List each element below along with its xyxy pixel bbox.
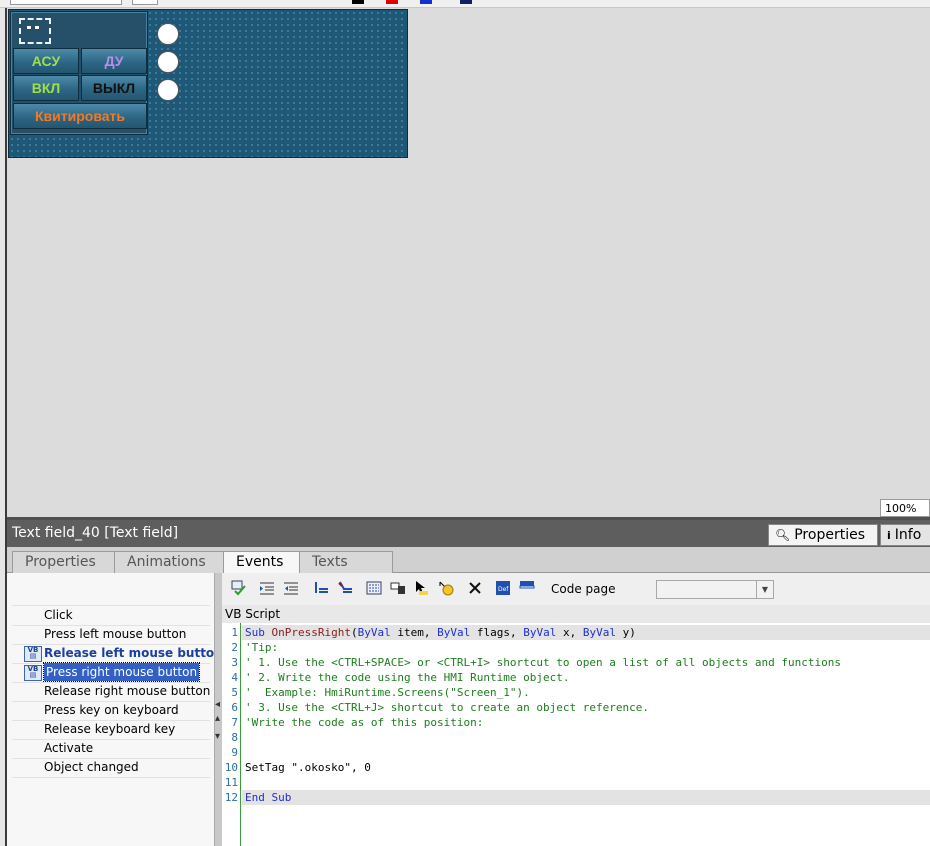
line-number: 10: [224, 761, 238, 774]
info-pane-tab[interactable]: i Info: [880, 524, 930, 546]
list-objects-icon[interactable]: [366, 580, 382, 596]
definition-icon[interactable]: Def: [495, 580, 511, 596]
code-page-label: Code page: [551, 582, 616, 596]
event-object-changed[interactable]: Object changed: [44, 758, 139, 776]
du-button[interactable]: ДУ: [81, 48, 147, 74]
line-number: 12: [224, 791, 238, 804]
code-line-1[interactable]: Sub OnPressRight(ByVal item, ByVal flags…: [245, 625, 636, 640]
code-line-7[interactable]: 'Write the code as of this position:: [245, 715, 483, 730]
scroll-up-icon[interactable]: ▴: [215, 713, 220, 724]
tag-icon[interactable]: [438, 580, 454, 596]
check-syntax-icon[interactable]: [231, 580, 247, 596]
left-edge: [0, 8, 7, 846]
keyword-token: ByVal: [582, 626, 616, 639]
kvit-button[interactable]: Квитировать: [13, 103, 147, 129]
collapse-arrow-icon[interactable]: ◂: [215, 699, 220, 710]
code-page-select[interactable]: ▼: [656, 580, 774, 599]
event-press-key[interactable]: Press key on keyboard: [44, 701, 179, 719]
uncomment-icon[interactable]: [337, 580, 353, 596]
current-line-highlight: [242, 790, 930, 805]
toolbar-field[interactable]: [10, 0, 122, 5]
event-press-right[interactable]: Press right mouse button: [42, 662, 201, 682]
indicator-lamp-2[interactable]: [157, 51, 179, 73]
keyword-token: ByVal: [523, 626, 557, 639]
keyword-token: ByVal: [437, 626, 471, 639]
vbscript-icon: VB ▤: [24, 646, 42, 662]
line-number: 4: [231, 671, 238, 684]
inspector-title: Text field_40 [Text field]: [12, 525, 179, 541]
code-line-4[interactable]: ' 2. Write the code using the HMI Runtim…: [245, 670, 570, 685]
properties-pane-tab[interactable]: 🔍︎ Properties: [768, 524, 878, 546]
top-toolbar: [0, 0, 930, 8]
event-press-left[interactable]: Press left mouse button: [44, 625, 186, 643]
chevron-down-icon[interactable]: ▼: [756, 581, 773, 598]
properties-icon: 🔍︎: [775, 528, 791, 542]
control-panel[interactable]: АСУ ДУ ВКЛ ВЫКЛ Квитировать: [10, 11, 148, 135]
vkl-button[interactable]: ВКЛ: [13, 75, 79, 101]
function-name-token: OnPressRight: [271, 626, 351, 639]
hmi-screen-area[interactable]: АСУ ДУ ВКЛ ВЫКЛ Квитировать: [8, 9, 408, 158]
keyword-token: Sub: [245, 626, 265, 639]
events-divider: [12, 739, 210, 740]
color-blue-icon[interactable]: [420, 0, 432, 4]
pointer-icon[interactable]: [413, 580, 429, 596]
script-language-label: VB Script: [222, 605, 930, 623]
line-number: 2: [231, 641, 238, 654]
insert-object-icon[interactable]: [390, 580, 406, 596]
pane-splitter[interactable]: ◂ ▴ ▾: [215, 573, 222, 846]
indent-icon[interactable]: [259, 580, 275, 596]
properties-pane-label: Properties: [794, 527, 865, 543]
code-line-10[interactable]: SetTag ".okosko", 0: [245, 760, 371, 775]
code-line-3[interactable]: ' 1. Use the <CTRL+SPACE> or <CTRL+I> sh…: [245, 655, 841, 670]
indicator-lamp-3[interactable]: [157, 79, 179, 101]
code-line-2[interactable]: 'Tip:: [245, 640, 278, 655]
line-number: 9: [231, 746, 238, 759]
code-line-5[interactable]: ' Example: HmiRuntime.Screens("Screen_1"…: [245, 685, 530, 700]
event-click[interactable]: Click: [44, 606, 73, 624]
keyword-token: ByVal: [357, 626, 391, 639]
line-number: 11: [224, 776, 238, 789]
vbscript-icon: VB ▤: [24, 665, 42, 681]
indicator-lamp-1[interactable]: [157, 23, 179, 45]
zoom-field[interactable]: 100%: [880, 499, 930, 517]
event-release-left[interactable]: Release left mouse button: [44, 644, 223, 662]
scroll-down-icon[interactable]: ▾: [215, 731, 220, 742]
delete-icon[interactable]: [467, 580, 483, 596]
toolbar-field-small[interactable]: [132, 0, 158, 5]
window-icon[interactable]: [519, 580, 535, 596]
line-number: 7: [231, 716, 238, 729]
info-pane-label: Info: [894, 527, 922, 543]
line-number: 3: [231, 656, 238, 669]
line-number: 1: [231, 626, 238, 639]
text-field-icon[interactable]: [19, 18, 51, 44]
line-number: 6: [231, 701, 238, 714]
vykl-button[interactable]: ВЫКЛ: [81, 75, 147, 101]
info-icon: i: [887, 528, 891, 542]
line-number: 8: [231, 731, 238, 744]
asu-button[interactable]: АСУ: [13, 48, 79, 74]
code-line-12[interactable]: End Sub: [245, 790, 291, 805]
color-red-icon[interactable]: [386, 0, 398, 4]
code-line-6[interactable]: ' 3. Use the <CTRL+J> shortcut to create…: [245, 700, 649, 715]
svg-text:Def: Def: [498, 586, 509, 593]
events-divider: [12, 605, 210, 606]
color-black-icon[interactable]: [352, 0, 364, 4]
line-number: 5: [231, 686, 238, 699]
events-divider: [12, 777, 210, 778]
event-activate[interactable]: Activate: [44, 739, 93, 757]
color-navy-icon[interactable]: [460, 0, 472, 4]
event-release-key[interactable]: Release keyboard key: [44, 720, 175, 738]
outdent-icon[interactable]: [283, 580, 299, 596]
event-release-right[interactable]: Release right mouse button: [44, 682, 210, 700]
comment-icon[interactable]: [313, 580, 329, 596]
